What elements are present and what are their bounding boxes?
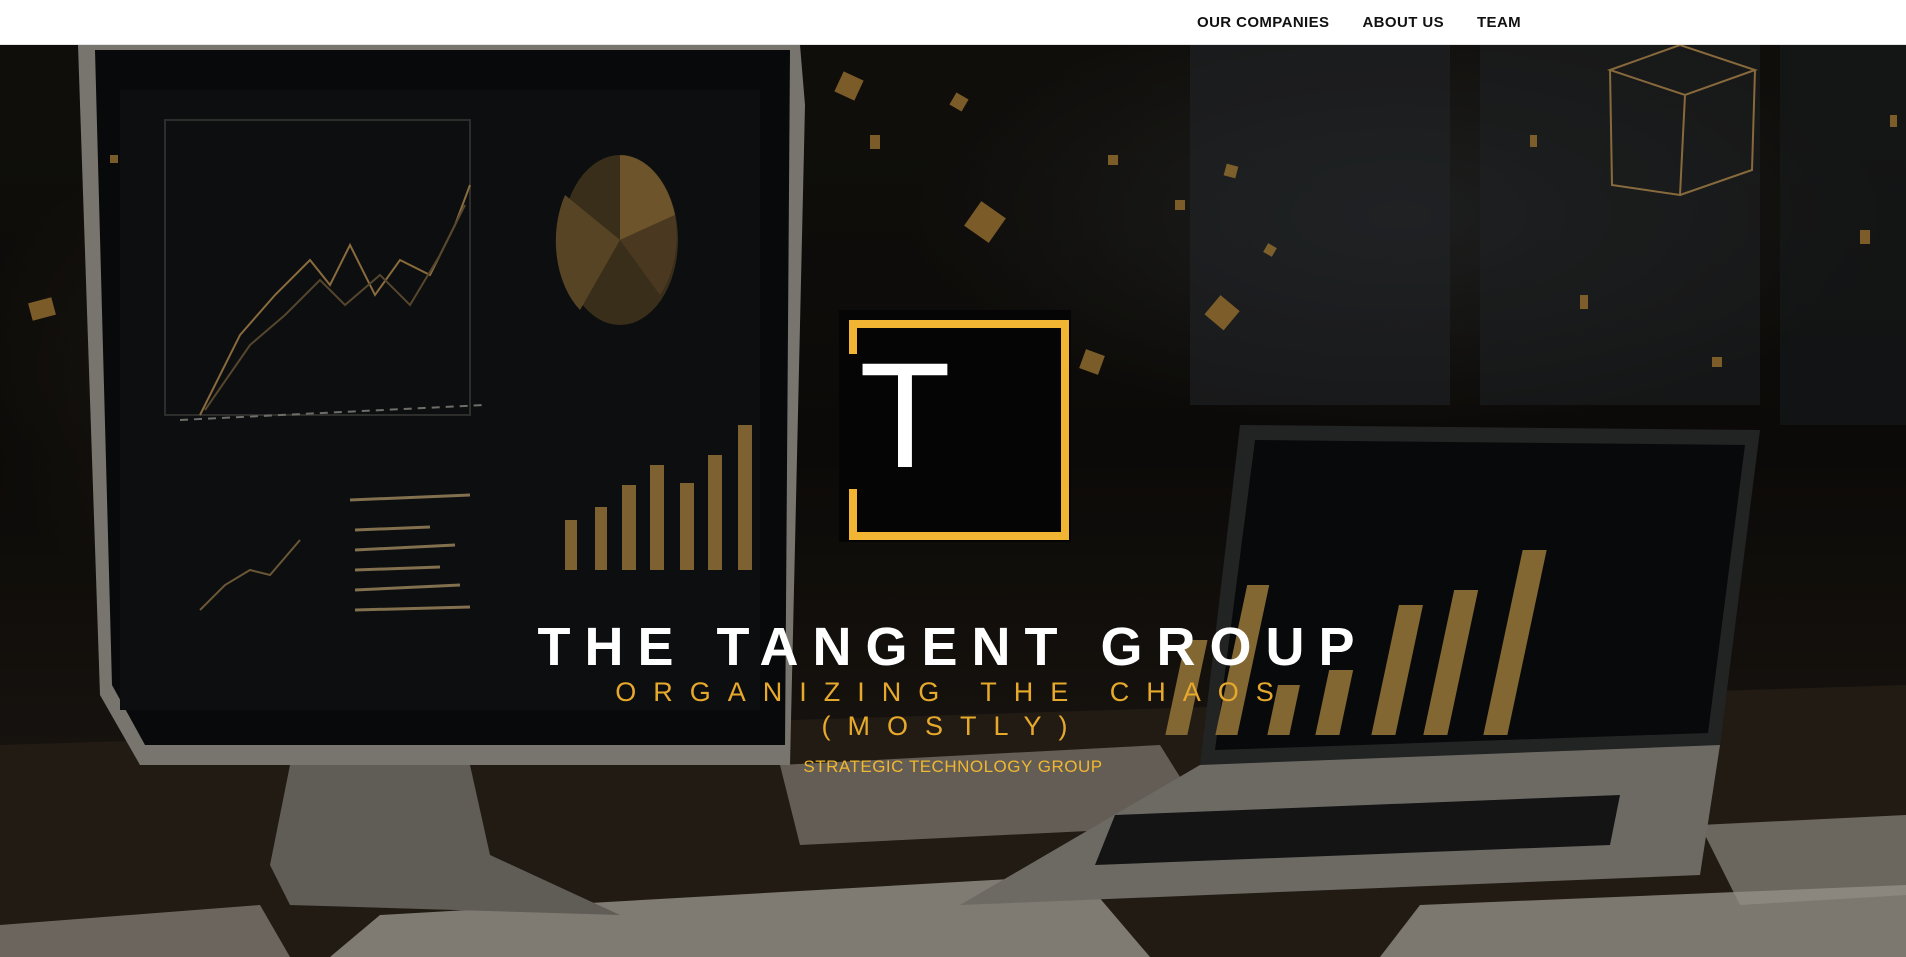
hero-section: T THE TANGENT GROUP ORGANIZING THE CHAOS… [0, 45, 1906, 957]
nav-team[interactable]: TEAM [1477, 14, 1521, 31]
nav-our-companies[interactable]: OUR COMPANIES [1197, 14, 1329, 31]
tagline-line-2: (MOSTLY) [821, 711, 1085, 741]
logo-letter: T [859, 331, 951, 499]
nav-about-us[interactable]: ABOUT US [1362, 14, 1444, 31]
nav-menu: OUR COMPANIES ABOUT US TEAM [1197, 0, 1554, 44]
hero-title: THE TANGENT GROUP [537, 617, 1369, 677]
hero-subtitle: STRATEGIC TECHNOLOGY GROUP [803, 757, 1103, 776]
hero-tagline: ORGANIZING THE CHAOS (MOSTLY) [0, 675, 1906, 743]
tagline-line-1: ORGANIZING THE CHAOS [615, 677, 1291, 707]
top-navigation: OUR COMPANIES ABOUT US TEAM [0, 0, 1906, 45]
tangent-logo: T [839, 310, 1071, 542]
